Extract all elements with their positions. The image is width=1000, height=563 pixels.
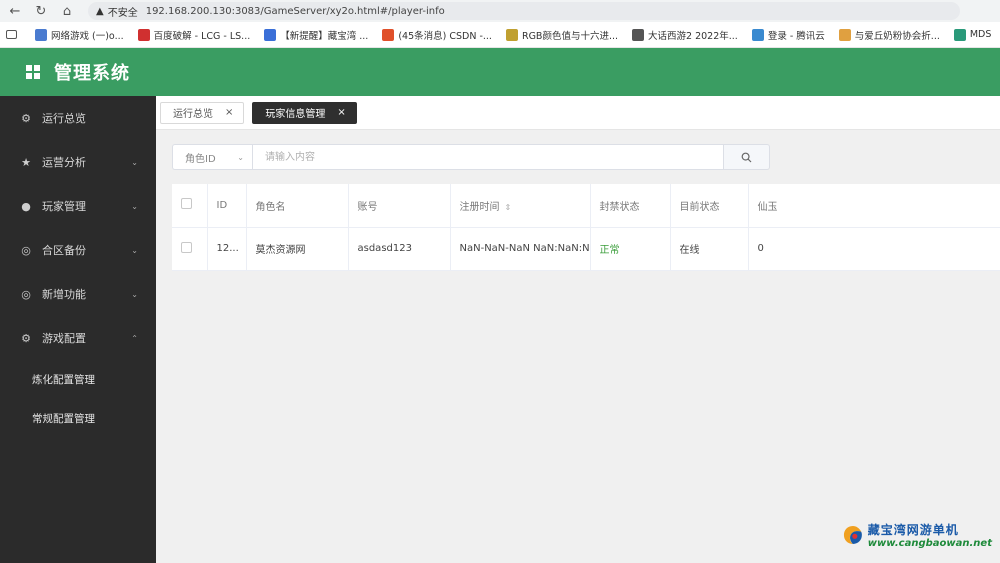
cell-role-name: 莫杰资源网 xyxy=(246,227,349,271)
reload-icon[interactable]: ↻ xyxy=(32,2,50,20)
cell-current-status: 在线 xyxy=(670,227,749,271)
bookmark-item[interactable]: 登录 - 腾讯云 xyxy=(751,28,825,42)
close-icon[interactable]: × xyxy=(225,107,233,118)
tab-player-info[interactable]: 玩家信息管理 × xyxy=(252,101,357,124)
header-id: ID xyxy=(207,184,247,228)
bookmark-item[interactable]: (45条消息) CSDN -... xyxy=(382,28,492,42)
header-account: 账号 xyxy=(348,184,451,228)
watermark-logo-icon xyxy=(843,526,862,544)
tab-label: 运行总览 xyxy=(173,109,213,120)
checkbox[interactable] xyxy=(181,241,192,253)
header-select-all[interactable] xyxy=(172,184,208,228)
search-field-select[interactable]: 角色ID ⌄ xyxy=(172,144,252,170)
chevron-down-icon: ⌄ xyxy=(131,201,138,211)
sidebar-subitem-refine-config[interactable]: 炼化配置管理 xyxy=(0,360,156,399)
tab-label: 玩家信息管理 xyxy=(265,109,326,120)
app-title: 管理系统 xyxy=(54,63,130,84)
bookmark-item[interactable]: MDS xyxy=(953,28,991,41)
sidebar-item-game-config[interactable]: ⚙ 游戏配置 ⌃ xyxy=(0,316,156,360)
header-ban-status: 封禁状态 xyxy=(590,184,671,228)
sidebar-item-label: 运营分析 xyxy=(42,156,86,169)
sidebar-subitem-label: 炼化配置管理 xyxy=(32,374,95,386)
tab-overview[interactable]: 运行总览 × xyxy=(160,101,245,124)
search-icon xyxy=(741,152,752,162)
bookmarks-icon[interactable] xyxy=(6,30,21,39)
sidebar-item-label: 合区备份 xyxy=(42,244,86,257)
sidebar: ⚙ 运行总览 ★ 运营分析 ⌄ ● 玩家管理 ⌄ ◎ 合区备份 ⌄ ◎ 新增功能… xyxy=(0,96,156,563)
main-content: 运行总览 × 玩家信息管理 × 角色ID ⌄ 请输入内容 ID 角色名 账号 注… xyxy=(156,96,1000,563)
bookmark-item[interactable]: 与爱丘奶粉协会折... xyxy=(838,28,940,42)
bookmarks-bar: 网络游戏 (一)o... 百度破解 - LCG - LS... 【新提醒】藏宝湾… xyxy=(0,22,1000,48)
address-bar[interactable]: ▲ 不安全 192.168.200.130:3083/GameServer/xy… xyxy=(88,2,960,20)
insecure-label: 不安全 xyxy=(107,7,138,19)
table-row[interactable]: 12... 莫杰资源网 asdasd123 NaN-NaN-NaN NaN:Na… xyxy=(172,227,1000,271)
gear-icon: ⚙ xyxy=(21,331,31,345)
bookmark-item[interactable]: 百度破解 - LCG - LS... xyxy=(137,28,250,42)
cell-account: asdasd123 xyxy=(348,227,451,271)
cell-xianyu: 0 xyxy=(748,227,1000,271)
chevron-down-icon: ⌄ xyxy=(131,245,138,255)
close-icon[interactable]: × xyxy=(337,107,345,118)
chevron-down-icon: ⌄ xyxy=(237,152,244,162)
sidebar-item-label: 新增功能 xyxy=(42,288,86,301)
sidebar-item-merge-backup[interactable]: ◎ 合区备份 ⌄ xyxy=(0,228,156,272)
app-header: 管理系统 xyxy=(0,48,1000,96)
search-input[interactable] xyxy=(252,144,724,170)
chevron-down-icon: ⌄ xyxy=(131,289,138,299)
header-label: 注册时间 xyxy=(459,201,500,213)
watermark-url: www.cangbaowan.net xyxy=(867,538,992,549)
chevron-down-icon: ⌄ xyxy=(131,157,138,167)
row-select[interactable] xyxy=(172,227,208,271)
eye-icon: ◎ xyxy=(21,243,31,257)
sidebar-item-overview[interactable]: ⚙ 运行总览 xyxy=(0,96,156,140)
url-text: 192.168.200.130:3083/GameServer/xy2o.htm… xyxy=(145,5,445,17)
sidebar-subitem-label: 常规配置管理 xyxy=(32,413,95,425)
watermark: 藏宝湾网游单机 www.cangbaowan.net xyxy=(842,513,992,557)
checkbox[interactable] xyxy=(181,198,192,210)
browser-toolbar: ← ↻ ⌂ ▲ 不安全 192.168.200.130:3083/GameSer… xyxy=(0,0,1000,22)
sidebar-subitem-general-config[interactable]: 常规配置管理 xyxy=(0,399,156,438)
search-button[interactable] xyxy=(724,144,770,170)
sidebar-item-players[interactable]: ● 玩家管理 ⌄ xyxy=(0,184,156,228)
home-icon[interactable]: ⌂ xyxy=(58,2,76,20)
bookmark-item[interactable]: 大话西游2 2022年... xyxy=(632,28,738,42)
warning-icon: ▲ xyxy=(96,5,104,17)
watermark-title: 藏宝湾网游单机 xyxy=(867,523,959,537)
grid-icon[interactable] xyxy=(26,65,40,79)
bookmark-item[interactable]: 【新提醒】藏宝湾 ... xyxy=(264,28,368,42)
sort-icon[interactable]: ⇕ xyxy=(505,203,512,212)
header-register-time[interactable]: 注册时间 ⇕ xyxy=(450,184,591,228)
search-bar: 角色ID ⌄ xyxy=(172,144,770,170)
tabs-bar: 运行总览 × 玩家信息管理 × xyxy=(156,96,1000,130)
player-table: ID 角色名 账号 注册时间 ⇕ 封禁状态 目前状态 仙玉 12... 莫杰资源网… xyxy=(172,184,1000,271)
chevron-up-icon: ⌃ xyxy=(131,333,138,343)
table-header-row: ID 角色名 账号 注册时间 ⇕ 封禁状态 目前状态 仙玉 xyxy=(172,184,1000,228)
user-icon: ● xyxy=(21,199,31,213)
select-value: 角色ID xyxy=(185,153,216,165)
header-current-status: 目前状态 xyxy=(670,184,749,228)
header-xianyu: 仙玉 xyxy=(748,184,1000,228)
cell-ban-status: 正常 xyxy=(590,227,671,271)
sidebar-item-label: 游戏配置 xyxy=(42,332,86,345)
bookmark-item[interactable]: RGB颜色值与十六进... xyxy=(505,28,618,42)
back-icon[interactable]: ← xyxy=(6,2,24,20)
header-role-name: 角色名 xyxy=(246,184,349,228)
star-icon: ★ xyxy=(21,155,31,169)
sidebar-item-new-features[interactable]: ◎ 新增功能 ⌄ xyxy=(0,272,156,316)
cell-id: 12... xyxy=(207,227,247,271)
sidebar-item-label: 运行总览 xyxy=(42,112,86,125)
gear-icon: ⚙ xyxy=(21,111,31,125)
bookmark-item[interactable]: 网络游戏 (一)o... xyxy=(35,28,124,42)
sidebar-item-analysis[interactable]: ★ 运营分析 ⌄ xyxy=(0,140,156,184)
eye-icon: ◎ xyxy=(21,287,31,301)
sidebar-item-label: 玩家管理 xyxy=(42,200,86,213)
cell-register-time: NaN-NaN-NaN NaN:NaN:NaN xyxy=(450,227,591,271)
